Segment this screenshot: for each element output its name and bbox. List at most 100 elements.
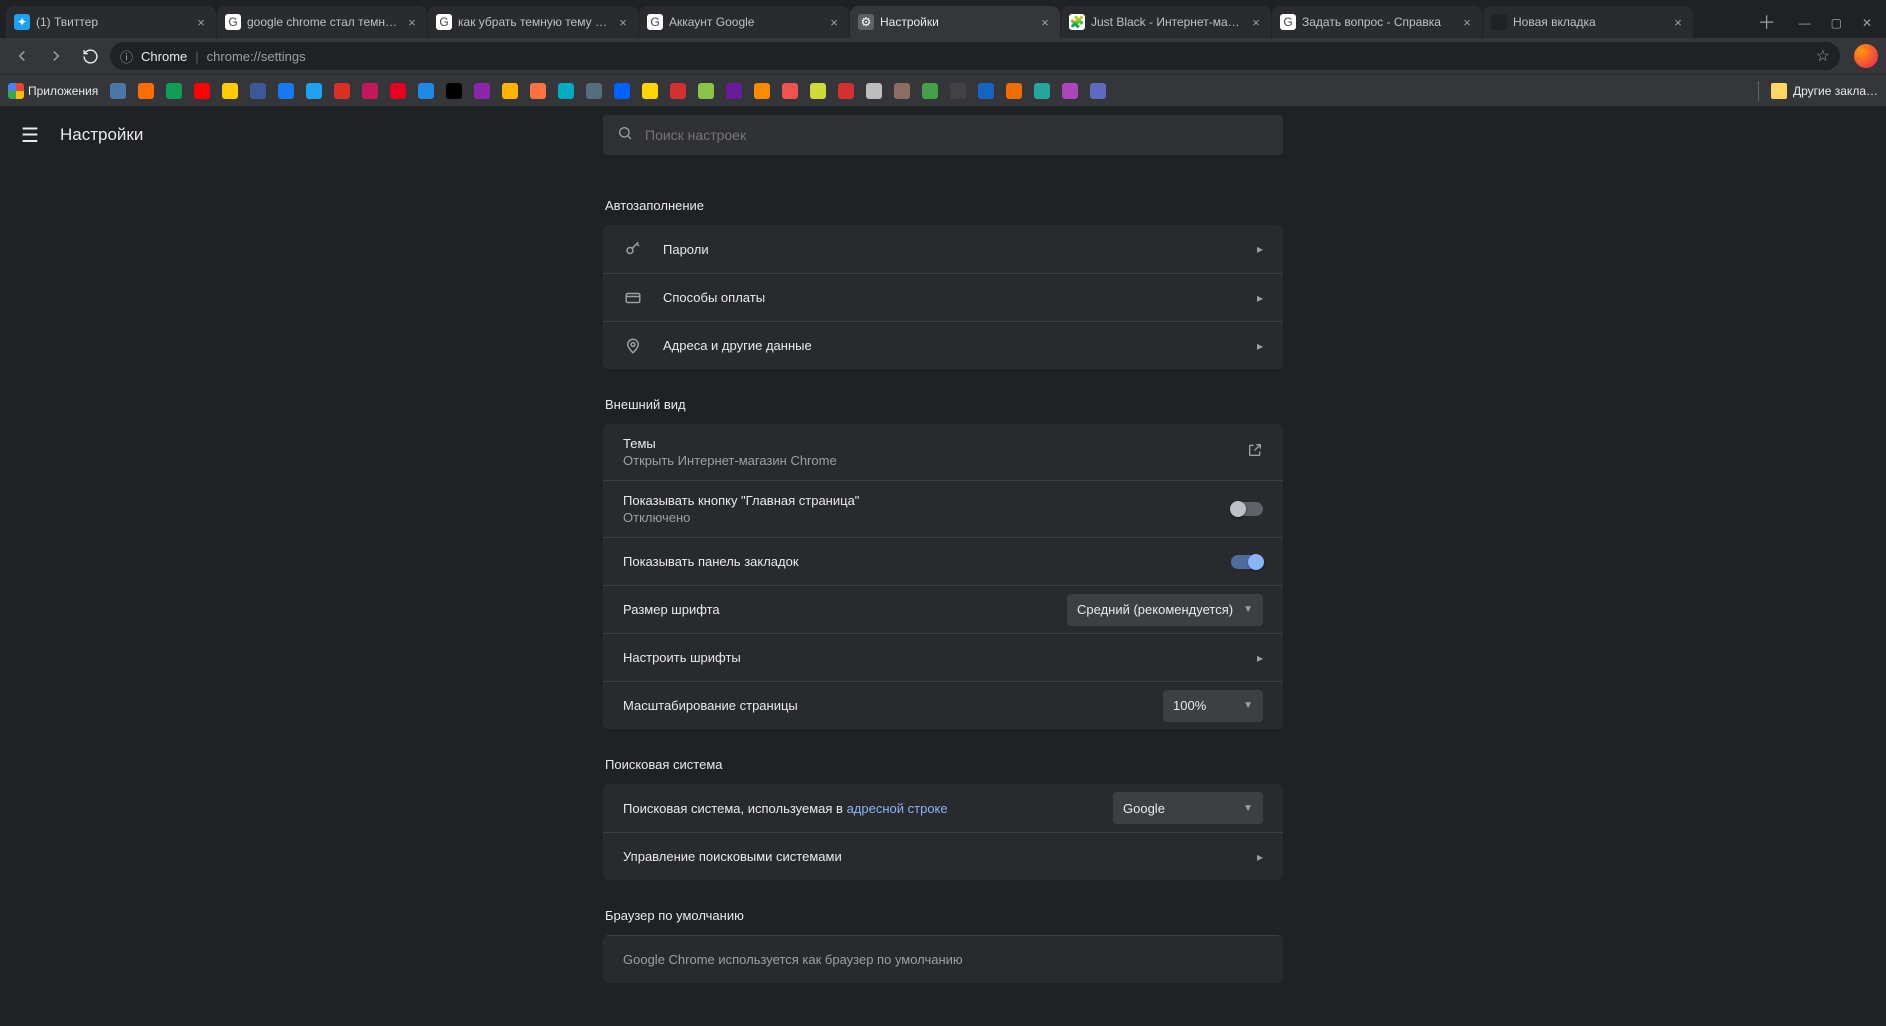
bookmark-item[interactable] <box>950 83 966 99</box>
bookmark-item[interactable] <box>222 83 238 99</box>
new-tab-button[interactable]: ＋ <box>1753 8 1781 36</box>
section-search-title: Поисковая система <box>605 757 1283 772</box>
bookmark-item[interactable] <box>782 83 798 99</box>
tab[interactable]: GАккаунт Google× <box>639 6 849 38</box>
bookmark-star-icon[interactable]: ☆ <box>1816 46 1830 66</box>
fonts-row[interactable]: Настроить шрифты ▸ <box>603 633 1283 681</box>
bookmark-item[interactable] <box>978 83 994 99</box>
chevron-right-icon: ▸ <box>1257 850 1263 864</box>
tab-title: google chrome стал темн… <box>247 15 399 29</box>
address-bar[interactable]: ⓘ Chrome | chrome://settings ☆ <box>110 42 1840 70</box>
zoom-select[interactable]: 100% ▼ <box>1163 690 1263 722</box>
tab-close-icon[interactable]: × <box>1249 15 1263 29</box>
section-default-title: Браузер по умолчанию <box>605 908 1283 923</box>
themes-row[interactable]: Темы Открыть Интернет-магазин Chrome <box>603 424 1283 480</box>
settings-search[interactable] <box>603 115 1283 155</box>
bookmark-item[interactable] <box>390 83 406 99</box>
bookmark-item[interactable] <box>250 83 266 99</box>
default-browser-card: Google Chrome используется как браузер п… <box>603 935 1283 983</box>
bookmark-item[interactable] <box>1062 83 1078 99</box>
bookmark-item[interactable] <box>110 83 126 99</box>
tab-close-icon[interactable]: × <box>616 15 630 29</box>
fontsize-select[interactable]: Средний (рекомендуется) ▼ <box>1067 594 1263 626</box>
bookmark-item[interactable] <box>894 83 910 99</box>
bookmark-item[interactable] <box>418 83 434 99</box>
bookmark-item[interactable] <box>1034 83 1050 99</box>
location-icon <box>623 337 643 355</box>
bookmark-item[interactable] <box>334 83 350 99</box>
tab-close-icon[interactable]: × <box>194 15 208 29</box>
bookmark-item[interactable] <box>362 83 378 99</box>
search-icon <box>617 125 633 146</box>
bookmark-item[interactable] <box>698 83 714 99</box>
close-window-button[interactable]: ✕ <box>1862 16 1872 30</box>
maximize-button[interactable]: ▢ <box>1831 16 1842 30</box>
bookmark-item[interactable] <box>194 83 210 99</box>
search-engine-row: Поисковая система, используемая в адресн… <box>603 784 1283 832</box>
back-button[interactable] <box>8 42 36 70</box>
bookmark-item[interactable] <box>726 83 742 99</box>
bookmark-item[interactable] <box>166 83 182 99</box>
homebutton-toggle[interactable] <box>1231 502 1263 516</box>
search-engine-select[interactable]: Google ▼ <box>1113 792 1263 824</box>
bookmark-item[interactable] <box>922 83 938 99</box>
bookmark-item[interactable] <box>502 83 518 99</box>
tab-close-icon[interactable]: × <box>405 15 419 29</box>
payment-row[interactable]: Способы оплаты ▸ <box>603 273 1283 321</box>
chevron-right-icon: ▸ <box>1257 242 1263 256</box>
tab[interactable]: ⚙Настройки× <box>850 6 1060 38</box>
other-bookmarks[interactable]: Другие закла… <box>1771 83 1878 99</box>
bookmarksbar-toggle[interactable] <box>1231 555 1263 569</box>
bookmark-item[interactable] <box>278 83 294 99</box>
bookmark-item[interactable] <box>138 83 154 99</box>
tab[interactable]: 🧩Just Black - Интернет-мага…× <box>1061 6 1271 38</box>
tab[interactable]: GЗадать вопрос - Справка× <box>1272 6 1482 38</box>
bookmark-item[interactable] <box>754 83 770 99</box>
tab[interactable]: ✦(1) Твиттер× <box>6 6 216 38</box>
bookmark-item[interactable] <box>670 83 686 99</box>
bookmark-item[interactable] <box>1090 83 1106 99</box>
bookmark-item[interactable] <box>586 83 602 99</box>
tab-close-icon[interactable]: × <box>1671 15 1685 29</box>
bookmark-item[interactable] <box>558 83 574 99</box>
tab-close-icon[interactable]: × <box>1460 15 1474 29</box>
chevron-right-icon: ▸ <box>1257 339 1263 353</box>
key-icon <box>623 240 643 258</box>
bookmark-item[interactable] <box>1006 83 1022 99</box>
reload-button[interactable] <box>76 42 104 70</box>
addresses-row[interactable]: Адреса и другие данные ▸ <box>603 321 1283 369</box>
profile-avatar[interactable] <box>1854 44 1878 68</box>
bookmark-item[interactable] <box>474 83 490 99</box>
manage-search-row[interactable]: Управление поисковыми системами ▸ <box>603 832 1283 880</box>
default-browser-row: Google Chrome используется как браузер п… <box>603 935 1283 983</box>
settings-search-input[interactable] <box>645 127 1269 143</box>
bookmark-item[interactable] <box>614 83 630 99</box>
tabstrip: ✦(1) Твиттер×Ggoogle chrome стал темн…×G… <box>0 0 1749 38</box>
chevron-right-icon: ▸ <box>1257 291 1263 305</box>
apps-shortcut[interactable]: Приложения <box>8 83 98 99</box>
bookmark-item[interactable] <box>866 83 882 99</box>
address-bar-link[interactable]: адресной строке <box>847 801 948 816</box>
bookmark-item[interactable] <box>642 83 658 99</box>
tab[interactable]: Новая вкладка× <box>1483 6 1693 38</box>
tab-favicon: ✦ <box>14 14 30 30</box>
bookmark-item[interactable] <box>306 83 322 99</box>
page-title: Настройки <box>60 125 143 145</box>
minimize-button[interactable]: — <box>1799 16 1811 30</box>
passwords-row[interactable]: Пароли ▸ <box>603 225 1283 273</box>
menu-icon[interactable]: ☰ <box>18 123 42 147</box>
bookmark-item[interactable] <box>810 83 826 99</box>
tab[interactable]: Gкак убрать темную тему c…× <box>428 6 638 38</box>
folder-icon <box>1771 83 1787 99</box>
tab-favicon: G <box>225 14 241 30</box>
tab-close-icon[interactable]: × <box>1038 15 1052 29</box>
site-info-icon[interactable]: ⓘ <box>120 47 133 66</box>
tab-close-icon[interactable]: × <box>827 15 841 29</box>
forward-button[interactable] <box>42 42 70 70</box>
bookmarks-bar: Приложения Другие закла… <box>0 74 1886 106</box>
tab[interactable]: Ggoogle chrome стал темн… × <box>217 6 427 38</box>
bookmark-item[interactable] <box>838 83 854 99</box>
tab-favicon: 🧩 <box>1069 14 1085 30</box>
bookmark-item[interactable] <box>446 83 462 99</box>
bookmark-item[interactable] <box>530 83 546 99</box>
